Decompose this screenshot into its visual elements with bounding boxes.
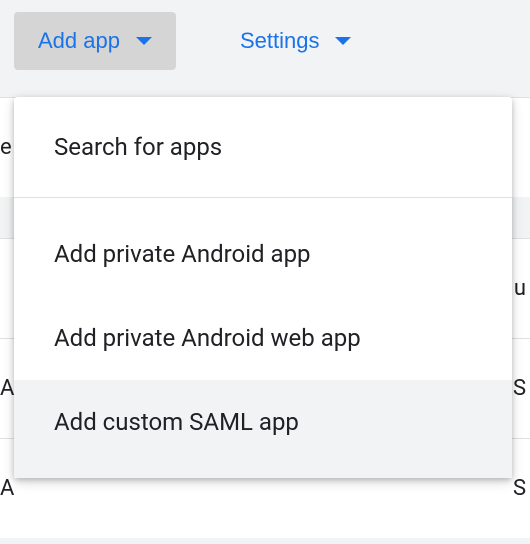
row-text-fragment: u xyxy=(514,276,526,301)
menu-item-label: Add custom SAML app xyxy=(54,408,299,436)
add-app-dropdown-menu: Search for apps Add private Android app … xyxy=(14,97,512,478)
menu-item-label: Add private Android web app xyxy=(54,324,361,352)
toolbar: Add app Settings xyxy=(0,0,530,82)
add-app-label: Add app xyxy=(38,28,120,54)
chevron-down-icon xyxy=(335,37,351,45)
menu-item-search-apps[interactable]: Search for apps xyxy=(14,97,512,197)
menu-item-add-private-android-web[interactable]: Add private Android web app xyxy=(14,296,512,380)
row-text-fragment: e xyxy=(0,135,12,160)
menu-item-add-custom-saml[interactable]: Add custom SAML app xyxy=(14,380,512,478)
row-text-fragment: A xyxy=(0,376,14,401)
row-text-fragment: A xyxy=(0,476,14,501)
chevron-down-icon xyxy=(136,37,152,45)
settings-button[interactable]: Settings xyxy=(216,12,376,70)
menu-item-label: Search for apps xyxy=(54,133,222,161)
row-text-fragment: S xyxy=(513,476,526,501)
add-app-button[interactable]: Add app xyxy=(14,12,176,70)
menu-item-label: Add private Android app xyxy=(54,240,311,268)
row-text-fragment: S xyxy=(513,376,526,401)
menu-item-add-private-android[interactable]: Add private Android app xyxy=(14,198,512,296)
settings-label: Settings xyxy=(240,28,320,54)
